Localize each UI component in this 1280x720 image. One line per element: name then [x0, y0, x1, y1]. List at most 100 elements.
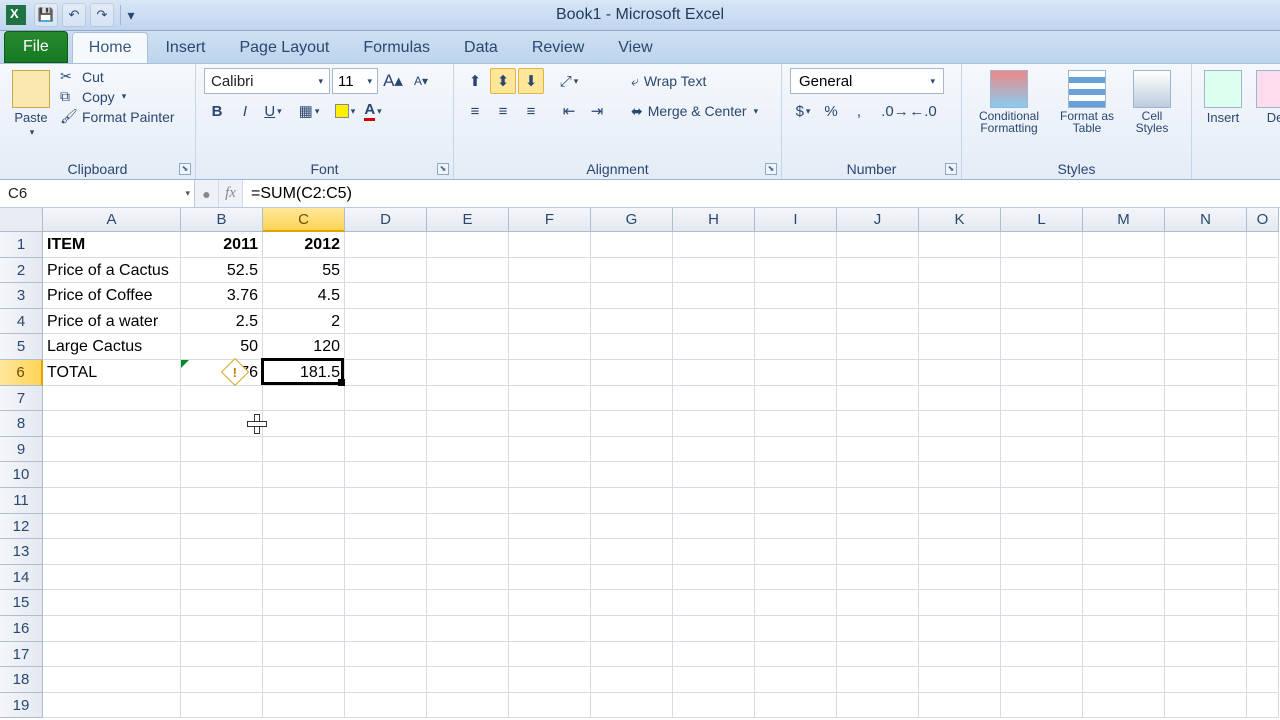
increase-decimal-button[interactable]: .0→ — [882, 98, 908, 124]
column-header-N[interactable]: N — [1165, 208, 1247, 232]
cell-N6[interactable] — [1165, 360, 1247, 386]
cell-A6[interactable]: TOTAL — [43, 360, 181, 386]
cell-J16[interactable] — [837, 616, 919, 642]
wrap-text-button[interactable]: ⤶Wrap Text — [622, 68, 767, 94]
cell-M5[interactable] — [1083, 334, 1165, 360]
row-header-15[interactable]: 15 — [0, 590, 43, 616]
qat-redo-button[interactable]: ↷ — [90, 3, 114, 27]
cells-area[interactable]: ITEM20112012Price of a Cactus52.555Price… — [43, 232, 1279, 718]
cell-D10[interactable] — [345, 462, 427, 488]
conditional-formatting-button[interactable]: Conditional Formatting — [970, 68, 1048, 136]
cell-C15[interactable] — [263, 590, 345, 616]
merge-center-button[interactable]: ⬌Merge & Center▾ — [622, 98, 767, 124]
cell-L12[interactable] — [1001, 514, 1083, 540]
cell-A13[interactable] — [43, 539, 181, 565]
cell-F7[interactable] — [509, 386, 591, 412]
font-size-dropdown[interactable]: 11▾ — [332, 68, 378, 94]
cell-B13[interactable] — [181, 539, 263, 565]
cell-D8[interactable] — [345, 411, 427, 437]
number-launcher[interactable]: ⬊ — [945, 163, 957, 175]
cell-A8[interactable] — [43, 411, 181, 437]
increase-font-button[interactable]: A▴ — [380, 68, 406, 94]
cell-K10[interactable] — [919, 462, 1001, 488]
cell-D4[interactable] — [345, 309, 427, 335]
cell-B18[interactable] — [181, 667, 263, 693]
cell-K5[interactable] — [919, 334, 1001, 360]
cell-A3[interactable]: Price of Coffee — [43, 283, 181, 309]
cell-M17[interactable] — [1083, 642, 1165, 668]
cell-O19[interactable] — [1247, 693, 1279, 719]
cell-B14[interactable] — [181, 565, 263, 591]
column-header-E[interactable]: E — [427, 208, 509, 232]
cell-E10[interactable] — [427, 462, 509, 488]
cell-H16[interactable] — [673, 616, 755, 642]
tab-data[interactable]: Data — [447, 32, 515, 63]
cell-F18[interactable] — [509, 667, 591, 693]
file-tab[interactable]: File — [4, 31, 68, 63]
cell-C12[interactable] — [263, 514, 345, 540]
cell-L6[interactable] — [1001, 360, 1083, 386]
decrease-decimal-button[interactable]: ←.0 — [910, 98, 936, 124]
cell-B8[interactable] — [181, 411, 263, 437]
column-header-C[interactable]: C — [263, 208, 345, 232]
cell-O8[interactable] — [1247, 411, 1279, 437]
column-header-B[interactable]: B — [181, 208, 263, 232]
cell-B15[interactable] — [181, 590, 263, 616]
percent-button[interactable]: % — [818, 98, 844, 124]
cell-K14[interactable] — [919, 565, 1001, 591]
cell-M15[interactable] — [1083, 590, 1165, 616]
cell-D1[interactable] — [345, 232, 427, 258]
cell-styles-button[interactable]: Cell Styles — [1126, 68, 1178, 136]
column-header-D[interactable]: D — [345, 208, 427, 232]
cell-H7[interactable] — [673, 386, 755, 412]
row-header-17[interactable]: 17 — [0, 642, 43, 668]
cell-I19[interactable] — [755, 693, 837, 719]
cell-C16[interactable] — [263, 616, 345, 642]
cell-E4[interactable] — [427, 309, 509, 335]
tab-view[interactable]: View — [601, 32, 669, 63]
cell-J10[interactable] — [837, 462, 919, 488]
cell-E17[interactable] — [427, 642, 509, 668]
cell-F9[interactable] — [509, 437, 591, 463]
cell-I1[interactable] — [755, 232, 837, 258]
select-all-button[interactable] — [0, 208, 43, 232]
column-header-L[interactable]: L — [1001, 208, 1083, 232]
cell-K9[interactable] — [919, 437, 1001, 463]
cell-A5[interactable]: Large Cactus — [43, 334, 181, 360]
cell-N15[interactable] — [1165, 590, 1247, 616]
cell-N7[interactable] — [1165, 386, 1247, 412]
cell-G7[interactable] — [591, 386, 673, 412]
cell-O15[interactable] — [1247, 590, 1279, 616]
row-header-9[interactable]: 9 — [0, 437, 43, 463]
font-launcher[interactable]: ⬊ — [437, 163, 449, 175]
cell-H19[interactable] — [673, 693, 755, 719]
cell-K11[interactable] — [919, 488, 1001, 514]
cell-J11[interactable] — [837, 488, 919, 514]
row-header-10[interactable]: 10 — [0, 462, 43, 488]
align-left-button[interactable]: ≡ — [462, 98, 488, 124]
cell-N17[interactable] — [1165, 642, 1247, 668]
cell-L15[interactable] — [1001, 590, 1083, 616]
cell-E7[interactable] — [427, 386, 509, 412]
borders-button[interactable]: ▦▾ — [296, 98, 322, 124]
row-header-7[interactable]: 7 — [0, 386, 43, 412]
cell-G14[interactable] — [591, 565, 673, 591]
cell-E19[interactable] — [427, 693, 509, 719]
cell-I11[interactable] — [755, 488, 837, 514]
cell-M9[interactable] — [1083, 437, 1165, 463]
cell-H8[interactable] — [673, 411, 755, 437]
cell-I7[interactable] — [755, 386, 837, 412]
cell-H10[interactable] — [673, 462, 755, 488]
cell-N11[interactable] — [1165, 488, 1247, 514]
cell-G1[interactable] — [591, 232, 673, 258]
cell-L5[interactable] — [1001, 334, 1083, 360]
row-header-2[interactable]: 2 — [0, 258, 43, 284]
align-top-button[interactable]: ⬆ — [462, 68, 488, 94]
cell-E18[interactable] — [427, 667, 509, 693]
format-as-table-button[interactable]: Format as Table — [1054, 68, 1120, 136]
cell-H12[interactable] — [673, 514, 755, 540]
cell-H6[interactable] — [673, 360, 755, 386]
cell-J3[interactable] — [837, 283, 919, 309]
cell-E3[interactable] — [427, 283, 509, 309]
bold-button[interactable]: B — [204, 98, 230, 124]
